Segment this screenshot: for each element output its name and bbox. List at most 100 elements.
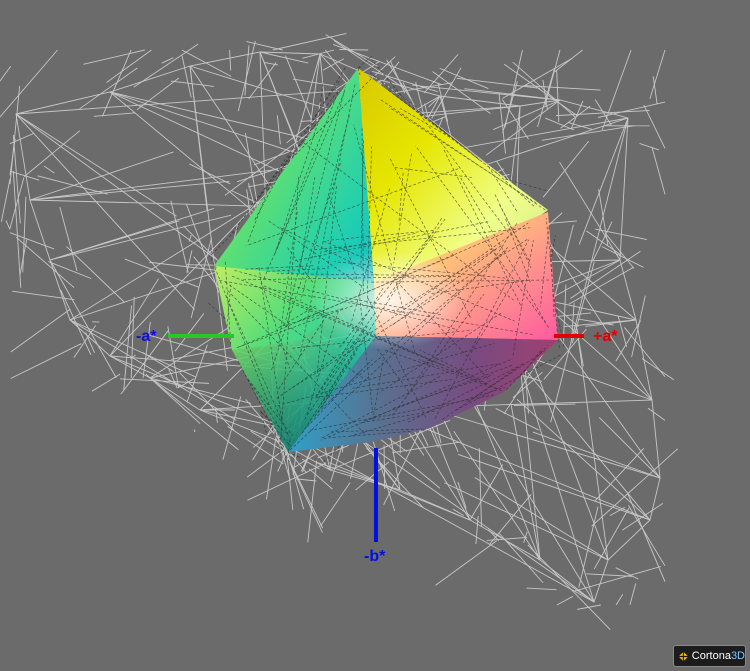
mesh-edge [557, 339, 561, 351]
wireframe-edge [586, 573, 633, 577]
wireframe-edge [179, 372, 235, 431]
gamut-viewport[interactable] [0, 0, 750, 671]
wireframe-edge [12, 170, 22, 288]
wireframe-edge [598, 189, 609, 246]
wireframe-edge [575, 325, 584, 367]
wireframe-edge [229, 49, 232, 71]
wireframe-edge [467, 384, 541, 561]
wireframe-edge [49, 214, 232, 261]
wireframe-edge [73, 325, 97, 358]
wireframe-edge [574, 566, 661, 592]
wireframe-edge [469, 399, 653, 407]
wireframe-edge [339, 49, 369, 51]
wireframe-edge [37, 175, 108, 195]
wireframe-edge [577, 604, 601, 610]
wireframe-edge [439, 67, 489, 89]
wireframe-edge [109, 91, 316, 160]
wireframe-edge [285, 55, 312, 120]
wireframe-edge [556, 70, 560, 122]
wireframe-edge [171, 346, 233, 360]
wireframe-edge [615, 594, 624, 606]
wireframe-edge [189, 163, 231, 185]
wireframe-edge [19, 239, 28, 275]
wireframe-edge [526, 587, 557, 591]
wireframe-edge [586, 230, 622, 256]
wireframe-edge [624, 327, 666, 378]
wireframe-edge [627, 492, 666, 582]
neg-b-axis-label: -b* [364, 548, 386, 565]
wireframe-edge [325, 34, 379, 68]
wireframe-edge [60, 289, 92, 356]
wireframe-edge [622, 503, 664, 531]
wireframe-edge [193, 429, 196, 433]
wireframe-edge [550, 117, 629, 423]
wireframe-edge [9, 85, 21, 185]
wireframe-edge [292, 78, 338, 87]
wireframe-edge [578, 318, 614, 326]
wireframe-edge [9, 232, 55, 250]
wireframe-edge [181, 55, 192, 98]
wireframe-edge [174, 313, 205, 352]
wireframe-edge [545, 117, 575, 131]
pos-a-axis-label: +a* [593, 328, 618, 345]
wireframe-edge [643, 104, 666, 149]
wireframe-edge [0, 65, 12, 82]
cortona-brand-label: Cortona [691, 650, 731, 662]
wireframe-edge [559, 161, 621, 261]
wireframe-edge [276, 115, 281, 145]
wireframe-edge [320, 482, 351, 527]
wireframe-edge [22, 196, 27, 273]
wireframe-edge [631, 295, 646, 358]
wireframe-edge [527, 544, 611, 631]
wireframe-edge [252, 420, 277, 461]
wireframe-edge [15, 113, 177, 217]
wireframe-edge [29, 180, 230, 201]
wireframe-edge [85, 332, 95, 353]
wireframe-edge [435, 540, 497, 586]
wireframe-edge [502, 57, 573, 99]
wireframe-edge [308, 468, 333, 490]
wireframe-edge [136, 77, 180, 110]
wireframe-edge [9, 138, 16, 176]
wireframe-edge [556, 595, 574, 606]
wireframe-edge [651, 146, 666, 195]
wireframe-edge [15, 113, 195, 310]
wireframe-edge [629, 583, 637, 606]
wireframe-edge [49, 259, 117, 378]
wireframe-edge [43, 165, 55, 174]
wireframe-edge [478, 448, 482, 527]
wireframe-edge [59, 206, 78, 272]
wireframe-edge [568, 266, 634, 305]
wireframe-edge [453, 430, 541, 561]
wireframe-edge [597, 101, 666, 118]
wireframe-edge [383, 445, 386, 489]
wireframe-edge [190, 237, 212, 319]
wireframe-edge [0, 49, 58, 118]
cortona-logo-icon [678, 651, 689, 661]
wireframe-edge [307, 460, 318, 543]
wireframe-edge [5, 220, 11, 230]
wireframe-edge [615, 567, 639, 580]
wireframe-edge [639, 143, 660, 151]
wireframe-edge [49, 220, 180, 261]
wireframe-edge [495, 408, 539, 431]
wireframe-edge [392, 441, 459, 454]
wireframe-edge [248, 62, 277, 100]
wireframe-edge [215, 413, 218, 423]
wireframe-edge [93, 112, 136, 117]
wireframe-edge [83, 49, 146, 65]
wireframe-edge [142, 352, 174, 372]
wireframe-edge [246, 41, 283, 51]
wireframe-edge [66, 246, 125, 303]
wireframe-edge [10, 343, 82, 379]
neg-a-axis-label: -a* [136, 328, 157, 345]
wireframe-edge [287, 432, 595, 603]
wireframe-edge [10, 308, 71, 353]
wireframe-edge [647, 407, 666, 421]
wireframe-edge [594, 448, 645, 502]
cortona3d-badge[interactable]: Cortona 3D [673, 645, 746, 667]
cortona-brand-suffix: 3D [730, 650, 745, 662]
wireframe-edge [578, 117, 629, 245]
wireframe-edge [12, 134, 21, 224]
wireframe-edge [649, 49, 666, 99]
